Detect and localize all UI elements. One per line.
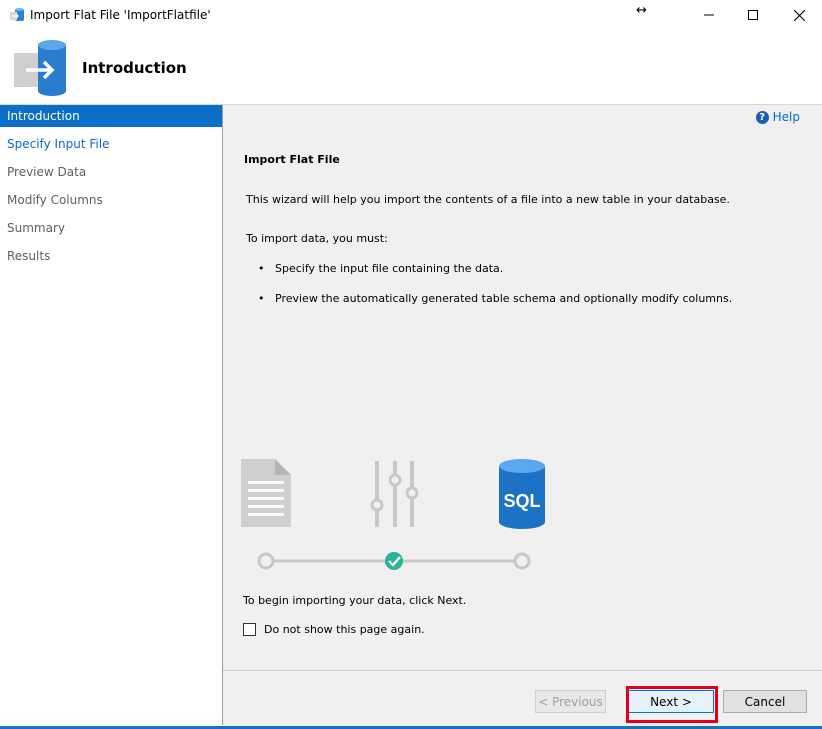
step-dot-icon <box>257 552 275 570</box>
wizard-header: Introduction <box>0 30 822 105</box>
next-button-highlight <box>626 686 718 723</box>
minimize-button[interactable] <box>686 0 732 30</box>
nav-step-results: Results <box>7 249 51 263</box>
nav-step-specify-input-file[interactable]: Specify Input File <box>0 133 222 155</box>
do-not-show-checkbox-row[interactable]: Do not show this page again. <box>243 623 425 636</box>
nav-step-introduction[interactable]: Introduction <box>0 105 222 127</box>
page-title: Introduction <box>82 59 187 77</box>
wizard-footer: < Previous Next > Cancel <box>223 670 822 727</box>
nav-step-summary: Summary <box>7 221 65 235</box>
checkbox-label[interactable]: Do not show this page again. <box>264 623 425 636</box>
close-icon <box>793 9 805 21</box>
import-flat-file-icon <box>14 40 66 96</box>
document-icon <box>241 459 291 527</box>
do-not-show-checkbox[interactable] <box>243 623 256 636</box>
import-app-icon <box>10 8 24 21</box>
wizard-steps-nav: Introduction Specify Input File Preview … <box>0 105 223 725</box>
check-circle-icon <box>385 552 403 570</box>
maximize-button[interactable] <box>730 0 776 30</box>
help-link[interactable]: ? Help <box>755 110 800 124</box>
help-icon: ? <box>755 110 769 124</box>
list-item-text: Specify the input file containing the da… <box>275 262 504 275</box>
maximize-icon <box>748 10 758 20</box>
minimize-icon <box>704 14 714 16</box>
close-button[interactable] <box>776 0 822 30</box>
resize-icon: ↔ <box>636 3 647 18</box>
intro-text: This wizard will help you import the con… <box>246 193 730 206</box>
window-title: Import Flat File 'ImportFlatfile' <box>30 8 211 22</box>
help-label: Help <box>772 110 800 124</box>
list-item-text: Preview the automatically generated tabl… <box>275 292 733 305</box>
title-bar: Import Flat File 'ImportFlatfile' ↔ <box>0 0 822 30</box>
previous-button: < Previous <box>535 690 606 713</box>
step-dot-icon <box>513 552 531 570</box>
requirements-text: To import data, you must: <box>246 232 388 245</box>
cancel-button[interactable]: Cancel <box>723 690 807 713</box>
sql-database-icon: SQL <box>499 459 545 529</box>
workflow-illustration: SQL <box>241 459 545 570</box>
list-item: • Preview the automatically generated tab… <box>258 292 733 305</box>
sql-label: SQL <box>503 491 540 511</box>
content-heading: Import Flat File <box>244 153 340 166</box>
begin-text: To begin importing your data, click Next… <box>243 594 467 607</box>
sliders-icon <box>370 461 419 527</box>
wizard-content: ? Help Import Flat File This wizard will… <box>223 105 822 670</box>
nav-step-modify-columns: Modify Columns <box>7 193 103 207</box>
nav-step-preview-data: Preview Data <box>7 165 87 179</box>
list-item: • Specify the input file containing the d… <box>258 262 504 275</box>
